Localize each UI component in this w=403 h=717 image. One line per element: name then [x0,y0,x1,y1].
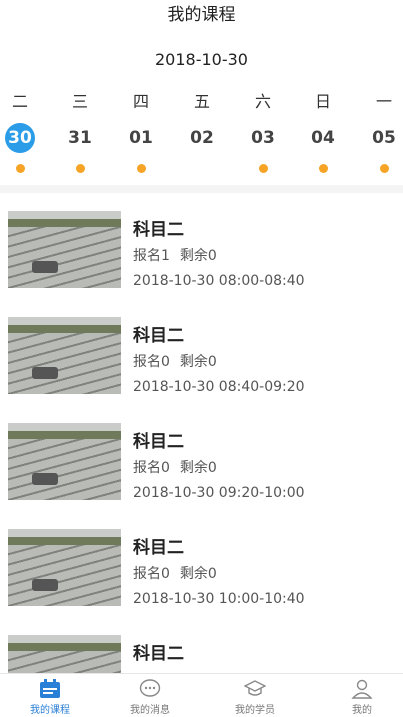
course-enrollment: 报名0 剩余0 [133,457,217,477]
day-number: 31 [68,128,92,148]
date-row: 30 31 01 02 03 04 05 [0,123,403,153]
course-item[interactable]: 科目二 [0,617,403,673]
dot-cell [243,164,283,173]
tab-label: 我的消息 [130,705,170,716]
weekday-label: 一 [375,92,392,111]
tab-my-students[interactable]: 我的学员 [205,674,305,717]
page-title: 我的课程 [167,5,236,25]
course-thumbnail [8,635,121,673]
has-course-dot [318,164,328,173]
course-time: 2018-10-30 08:00-08:40 [133,273,305,289]
enroll-count: 报名0 [133,566,170,582]
course-name: 科目二 [133,538,184,558]
day-cell[interactable]: 04 [303,123,343,153]
has-course-dot [379,164,389,173]
weekday-label: 五 [193,92,210,111]
tab-my-messages[interactable]: 我的消息 [100,674,200,717]
calendar-icon [39,679,61,699]
remaining-count: 剩余0 [179,248,217,264]
divider [0,185,403,193]
remaining-count: 剩余0 [179,460,217,476]
tab-my-courses[interactable]: 我的课程 [0,674,100,717]
tab-label: 我的 [352,705,372,716]
course-item[interactable]: 科目二报名0 剩余0 2018-10-30 10:00-10:40 [0,511,403,617]
graduation-cap-icon [243,679,267,699]
course-enrollment: 报名1 剩余0 [133,245,217,265]
course-thumbnail [8,317,121,394]
car-image [32,367,58,379]
dot-cell [364,164,403,173]
tab-label: 我的课程 [30,705,70,716]
day-cell[interactable]: 01 [121,123,161,153]
has-course-dot [75,164,85,173]
day-cell[interactable]: 31 [60,123,100,153]
day-number: 02 [190,128,214,148]
course-list: 科目二 报名1 剩余0 2018-10-30 08:00-08:40 科目二 报名0 剩余0… [0,193,403,673]
weekday-row: 二三四五六日一 [0,88,403,111]
enroll-count: 报名1 [133,248,170,264]
has-course-dot [136,164,146,173]
day-number: 04 [311,128,335,148]
course-time: 2018-10-30 08:40-09:20 [133,379,305,395]
course-item[interactable]: 科目二报名0 剩余0 2018-10-30 08:40-09:20 [0,299,403,405]
course-time: 2018-10-30 09:20-10:00 [133,485,305,501]
dot-cell [303,164,343,173]
remaining-count: 剩余0 [179,354,217,370]
weekday-label: 三 [71,92,88,111]
course-thumbnail [8,211,121,288]
current-date: 2018-10-30 [155,50,248,69]
tab-me[interactable]: 我的 [312,674,403,717]
course-item[interactable]: 科目二报名0 剩余0 2018-10-30 09:20-10:00 [0,405,403,511]
has-course-dot [258,164,268,173]
day-cell[interactable]: 02 [182,123,222,153]
car-image [32,261,58,273]
weekday-label: 四 [132,92,149,111]
day-cell[interactable]: 05 [364,123,403,153]
car-image [32,579,58,591]
selected-day-number: 30 [5,123,35,153]
course-enrollment: 报名0 剩余0 [133,563,217,583]
person-icon [351,679,373,699]
enroll-count: 报名0 [133,354,170,370]
enroll-count: 报名0 [133,460,170,476]
dot-cell [0,164,40,173]
day-number: 01 [129,128,153,148]
dot-cell [60,164,100,173]
day-cell[interactable]: 03 [243,123,283,153]
chat-icon [139,679,161,699]
dot-row [0,164,403,174]
course-enrollment: 报名0 剩余0 [133,351,217,371]
remaining-count: 剩余0 [179,566,217,582]
weekday-label: 六 [254,92,271,111]
bottom-tab-bar: 我的课程 我的消息 我的学员 我的 [0,673,403,717]
course-time: 2018-10-30 10:00-10:40 [133,591,305,607]
course-name: 科目二 [133,220,184,240]
course-name: 科目二 [133,326,184,346]
weekday-label: 日 [314,92,331,111]
tab-label: 我的学员 [235,705,275,716]
dot-cell [121,164,161,173]
has-course-dot [15,164,25,173]
course-name: 科目二 [133,644,184,664]
course-thumbnail [8,423,121,500]
weekday-label: 二 [11,92,28,111]
course-item[interactable]: 科目二报名1 剩余0 2018-10-30 08:00-08:40 [0,193,403,299]
day-cell[interactable]: 30 [0,123,40,153]
day-number: 05 [372,128,396,148]
day-number: 03 [251,128,275,148]
car-image [32,473,58,485]
course-name: 科目二 [133,432,184,452]
course-thumbnail [8,529,121,606]
